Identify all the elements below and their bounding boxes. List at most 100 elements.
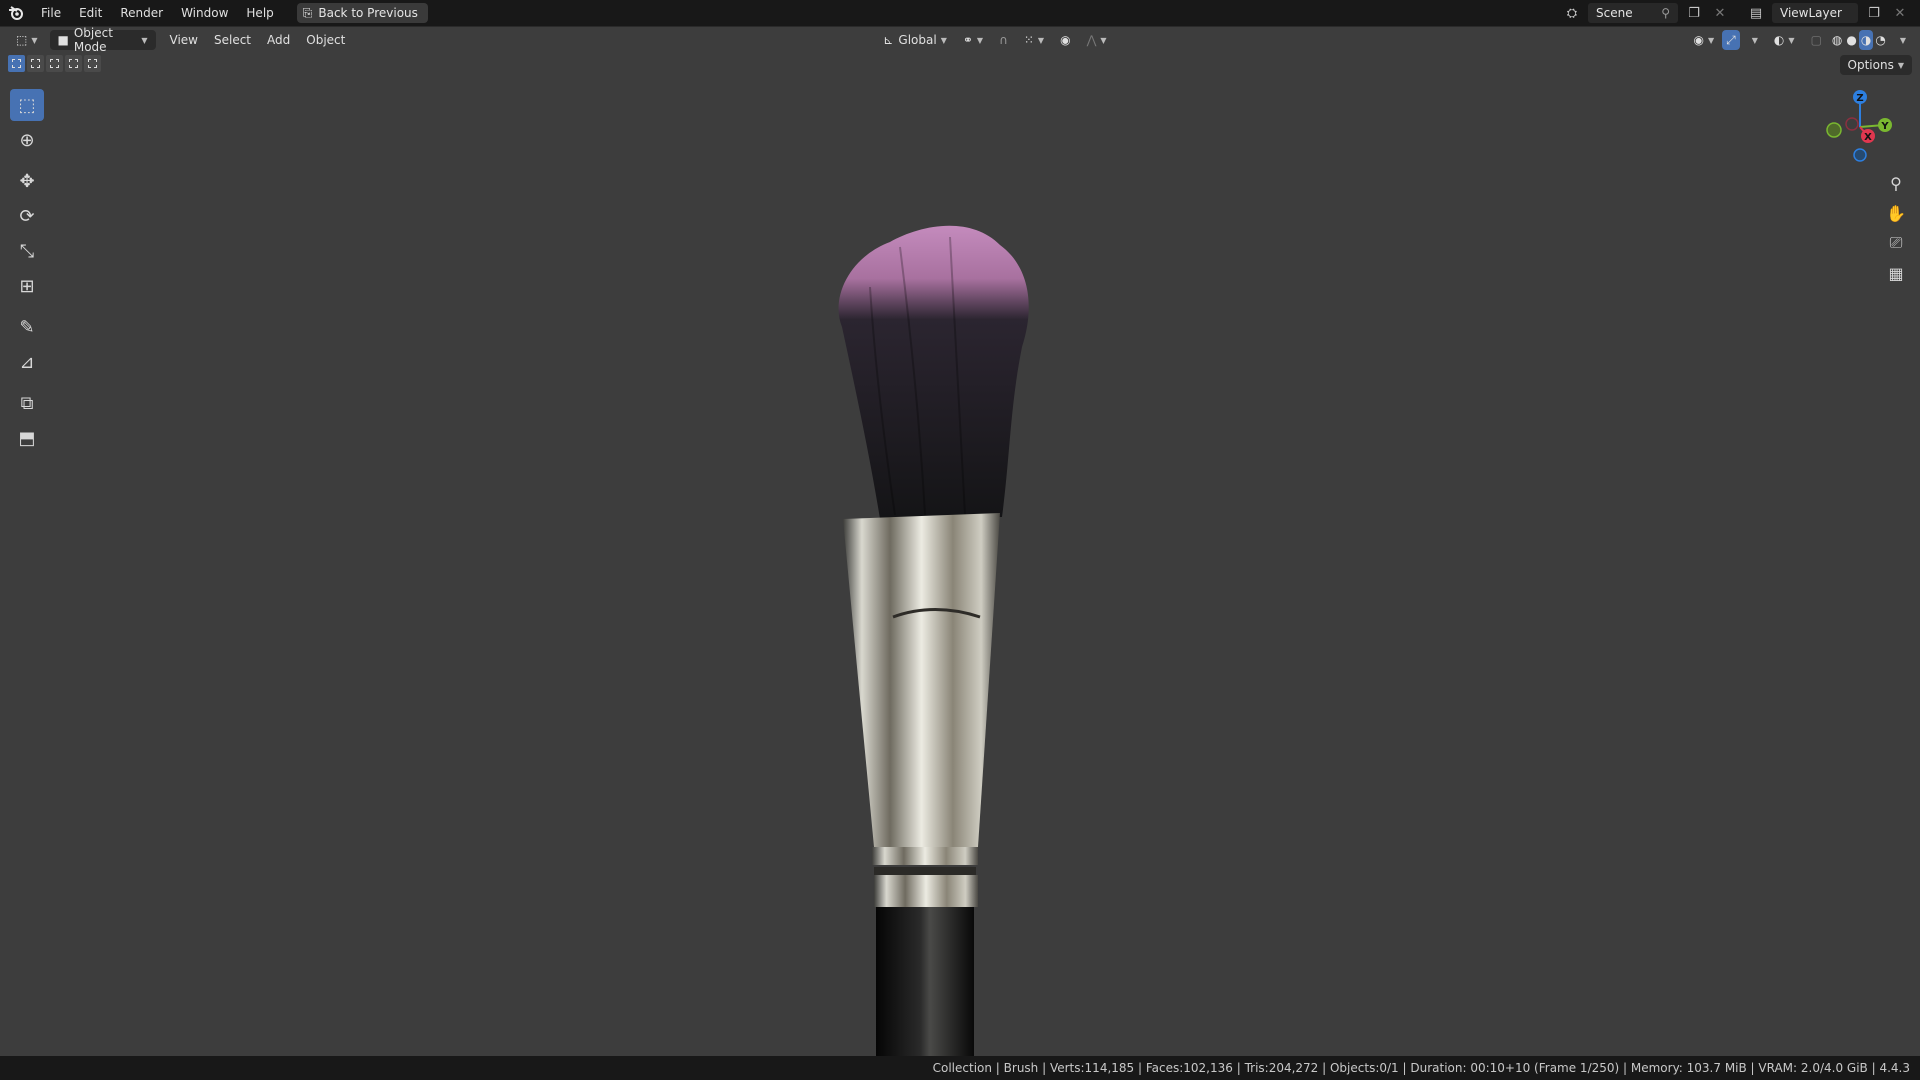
- add-cube-icon: ⧉: [20, 392, 34, 414]
- camera-view-button[interactable]: ⎚: [1882, 229, 1910, 257]
- rotate-tool[interactable]: ⟳: [10, 200, 44, 232]
- zoom-button[interactable]: ⚲: [1882, 169, 1910, 197]
- snap-grid-icon: ⁙: [1023, 33, 1034, 47]
- solid-shading-button[interactable]: ●: [1844, 30, 1858, 50]
- select-box-tool[interactable]: ⬚: [10, 89, 44, 121]
- measure-icon: ⊿: [19, 351, 35, 373]
- mode-label: Object Mode: [73, 26, 113, 54]
- neg-z-handle[interactable]: [1853, 148, 1867, 162]
- view-layer-field[interactable]: ViewLayer: [1772, 3, 1858, 23]
- select-intersect-button[interactable]: [84, 55, 101, 72]
- move-icon: ✥: [19, 170, 35, 192]
- select-new-button[interactable]: [8, 55, 25, 72]
- x-axis-label: X: [1864, 132, 1872, 143]
- camera-icon: ⎚: [1889, 233, 1903, 252]
- wireframe-icon: ◍: [1831, 33, 1843, 47]
- transform-orientation-dropdown[interactable]: ⊾ Global ▼: [875, 30, 955, 50]
- material-shading-button[interactable]: ◑: [1858, 30, 1874, 50]
- xray-icon: ▢: [1810, 33, 1822, 47]
- move-tool[interactable]: ✥: [10, 165, 44, 197]
- transform-orientation-label: Global: [898, 33, 937, 47]
- scale-tool[interactable]: ⤡: [10, 235, 44, 267]
- delete-view-layer-icon[interactable]: ✕: [1890, 3, 1910, 23]
- menu-edit[interactable]: Edit: [70, 0, 111, 26]
- proportional-edit-toggle[interactable]: ◉: [1052, 30, 1078, 50]
- measure-tool[interactable]: ⊿: [10, 346, 44, 378]
- object-menu[interactable]: Object: [298, 30, 353, 50]
- neg-y-handle[interactable]: [1826, 122, 1842, 138]
- rotate-icon: ⟳: [19, 205, 35, 227]
- status-bar: Collection | Brush | Verts:114,185 | Fac…: [0, 1056, 1920, 1080]
- gizmo-icon: ⤢: [1726, 32, 1736, 47]
- menu-window[interactable]: Window: [172, 0, 237, 26]
- pin-icon[interactable]: ⚲: [1661, 6, 1670, 20]
- view-menu[interactable]: View: [162, 30, 206, 50]
- gizmo-dropdown[interactable]: ▼: [1740, 30, 1766, 50]
- cursor-tool[interactable]: ⊕: [10, 124, 44, 156]
- mode-dropdown[interactable]: ■ Object Mode ▼: [49, 27, 156, 54]
- rendered-icon: ◔: [1875, 33, 1886, 47]
- viewport-header: ⬚ ▼ ■ Object Mode ▼ View Select Add Objec…: [0, 27, 1920, 54]
- falloff-dropdown[interactable]: ⋀ ▼: [1079, 30, 1115, 50]
- xray-toggle[interactable]: ▢: [1803, 30, 1830, 50]
- selection-mode-buttons: [8, 55, 101, 72]
- visibility-dropdown[interactable]: ◉ ▼: [1686, 30, 1723, 50]
- rendered-shading-button[interactable]: ◔: [1873, 30, 1887, 50]
- add-menu[interactable]: Add: [259, 30, 298, 50]
- snap-toggle[interactable]: ∩: [991, 30, 1016, 50]
- transform-tool[interactable]: ⊞: [10, 270, 44, 302]
- object-mode-icon: ■: [57, 33, 69, 47]
- options-dropdown[interactable]: Options ▼: [1839, 55, 1912, 75]
- view-layer-icon[interactable]: ▤: [1746, 3, 1766, 23]
- view-layer-name: ViewLayer: [1780, 6, 1842, 20]
- shading-dropdown[interactable]: ▼: [1888, 30, 1914, 50]
- scene-name: Scene: [1596, 6, 1633, 20]
- new-view-layer-icon[interactable]: ❐: [1864, 3, 1884, 23]
- menu-file[interactable]: File: [32, 0, 70, 26]
- scene-icon[interactable]: ⛭: [1562, 3, 1582, 23]
- select-extend-button[interactable]: [27, 55, 44, 72]
- neg-x-handle[interactable]: [1845, 117, 1859, 131]
- pivot-point-dropdown[interactable]: ⚭ ▼: [955, 30, 991, 50]
- select-new-icon: [12, 59, 21, 68]
- gizmo-toggle[interactable]: ⤢: [1722, 30, 1740, 50]
- select-menu[interactable]: Select: [206, 30, 259, 50]
- new-scene-icon[interactable]: ❐: [1684, 3, 1704, 23]
- menu-render[interactable]: Render: [111, 0, 172, 26]
- solid-icon: ●: [1846, 33, 1857, 47]
- scene-field[interactable]: Scene ⚲: [1588, 3, 1678, 23]
- snap-target-dropdown[interactable]: ⁙ ▼: [1016, 30, 1052, 50]
- ferrule-ring-1: [872, 847, 978, 865]
- extrude-tool[interactable]: ⬒: [10, 422, 44, 454]
- annotate-tool[interactable]: ✎: [10, 311, 44, 343]
- brush-model: [838, 225, 1029, 1056]
- wireframe-shading-button[interactable]: ◍: [1830, 30, 1844, 50]
- options-label: Options: [1847, 58, 1894, 72]
- 3d-viewport[interactable]: ⬚ ▼ ■ Object Mode ▼ View Select Add Objec…: [0, 26, 1920, 1056]
- select-invert-button[interactable]: [65, 55, 82, 72]
- add-cube-tool[interactable]: ⧉: [10, 387, 44, 419]
- back-to-previous-button[interactable]: ⎘ Back to Previous: [296, 3, 428, 23]
- overlays-toggle[interactable]: ◐ ▼: [1766, 30, 1803, 50]
- transform-icon: ⊞: [19, 275, 35, 297]
- pan-icon: ✋: [1886, 203, 1906, 223]
- perspective-toggle-button[interactable]: ▦: [1882, 259, 1910, 287]
- view-layer-selector: ▤ ViewLayer ❐ ✕: [1746, 3, 1910, 23]
- editor-type-button[interactable]: ⬚ ▼: [8, 30, 46, 50]
- delete-scene-icon[interactable]: ✕: [1710, 3, 1730, 23]
- select-subtract-button[interactable]: [46, 55, 63, 72]
- navigation-gizmo[interactable]: Z Y X: [1818, 83, 1908, 173]
- ferrule: [843, 513, 1000, 847]
- blender-logo-icon[interactable]: [0, 6, 32, 20]
- top-menu-bar: File Edit Render Window Help ⎘ Back to P…: [0, 0, 1920, 26]
- tool-shelf: ⬚ ⊕ ✥ ⟳ ⤡ ⊞ ✎ ⊿ ⧉ ⬒: [10, 89, 46, 457]
- pan-button[interactable]: ✋: [1882, 199, 1910, 227]
- scene-statistics: Collection | Brush | Verts:114,185 | Fac…: [932, 1061, 1910, 1075]
- zoom-icon: ⚲: [1890, 173, 1902, 193]
- menu-help[interactable]: Help: [237, 0, 282, 26]
- eye-icon: ◉: [1693, 33, 1704, 47]
- select-subtract-icon: [50, 59, 59, 68]
- proportional-icon: ◉: [1060, 33, 1071, 47]
- scene-selector: ⛭ Scene ⚲ ❐ ✕: [1562, 3, 1730, 23]
- cursor-icon: ⊕: [19, 129, 35, 151]
